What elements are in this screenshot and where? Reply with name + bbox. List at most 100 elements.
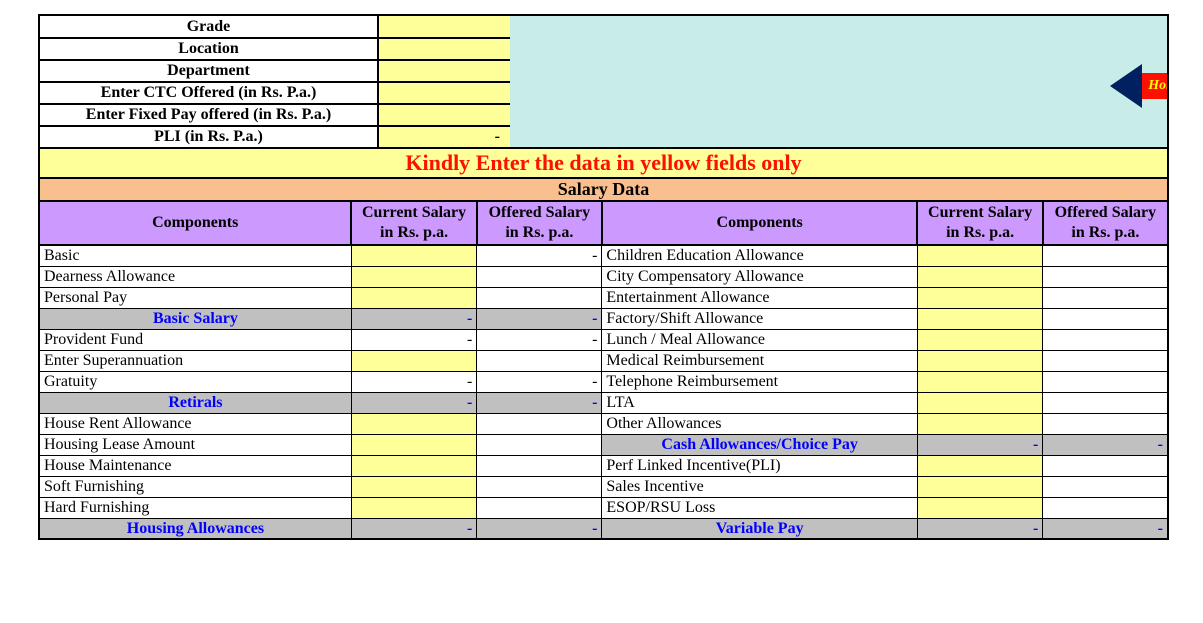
offered-salary-cell bbox=[1043, 392, 1168, 413]
current-salary-cell[interactable] bbox=[917, 350, 1042, 371]
current-salary-cell[interactable] bbox=[917, 497, 1042, 518]
subtotal-offered: - bbox=[1043, 434, 1168, 455]
component-label: Entertainment Allowance bbox=[602, 287, 918, 308]
subtotal-offered: - bbox=[477, 392, 602, 413]
current-salary-cell[interactable] bbox=[351, 497, 476, 518]
offered-salary-cell bbox=[1043, 266, 1168, 287]
subtotal-current: - bbox=[351, 308, 476, 329]
table-row: Personal Pay Entertainment Allowance bbox=[39, 287, 1168, 308]
home-button[interactable]: Hom bbox=[1110, 64, 1167, 108]
subtotal-offered: - bbox=[1043, 518, 1168, 539]
current-salary-cell[interactable] bbox=[917, 329, 1042, 350]
component-label: Soft Furnishing bbox=[39, 476, 351, 497]
current-salary-cell[interactable] bbox=[351, 476, 476, 497]
table-row: Housing Allowances - -Variable Pay - - bbox=[39, 518, 1168, 539]
offered-salary-cell: - bbox=[477, 245, 602, 266]
component-label: House Rent Allowance bbox=[39, 413, 351, 434]
header-components-left: Components bbox=[39, 202, 351, 245]
component-label: Basic bbox=[39, 245, 351, 266]
component-label: Hard Furnishing bbox=[39, 497, 351, 518]
subtotal-label: Cash Allowances/Choice Pay bbox=[602, 434, 918, 455]
current-salary-cell[interactable] bbox=[351, 245, 476, 266]
component-label: Personal Pay bbox=[39, 287, 351, 308]
component-label: Children Education Allowance bbox=[602, 245, 918, 266]
subtotal-label: Variable Pay bbox=[602, 518, 918, 539]
offered-salary-cell bbox=[477, 350, 602, 371]
component-label: ESOP/RSU Loss bbox=[602, 497, 918, 518]
current-salary-cell[interactable] bbox=[917, 245, 1042, 266]
table-row: Enter Superannuation Medical Reimburseme… bbox=[39, 350, 1168, 371]
subtotal-label: Retirals bbox=[39, 392, 351, 413]
component-label: Lunch / Meal Allowance bbox=[602, 329, 918, 350]
offered-salary-cell bbox=[1043, 287, 1168, 308]
subtotal-offered: - bbox=[477, 518, 602, 539]
fixed-pay-label: Enter Fixed Pay offered (in Rs. P.a.) bbox=[40, 104, 378, 126]
fixed-pay-input[interactable] bbox=[378, 104, 510, 126]
offered-salary-cell bbox=[477, 434, 602, 455]
top-panel: Grade Location Department Enter CTC Offe… bbox=[38, 14, 1169, 149]
department-label: Department bbox=[40, 60, 378, 82]
location-input[interactable] bbox=[378, 38, 510, 60]
top-left-form: Grade Location Department Enter CTC Offe… bbox=[40, 16, 510, 149]
offered-salary-cell bbox=[1043, 329, 1168, 350]
header-components-right: Components bbox=[602, 202, 918, 245]
subtotal-current: - bbox=[351, 392, 476, 413]
salary-data-header: Salary Data bbox=[38, 179, 1169, 202]
component-label: House Maintenance bbox=[39, 455, 351, 476]
current-salary-cell[interactable] bbox=[917, 308, 1042, 329]
offered-salary-cell bbox=[1043, 371, 1168, 392]
current-salary-cell[interactable] bbox=[917, 371, 1042, 392]
current-salary-cell[interactable] bbox=[351, 413, 476, 434]
offered-salary-cell bbox=[1043, 476, 1168, 497]
subtotal-current: - bbox=[917, 434, 1042, 455]
component-label: Gratuity bbox=[39, 371, 351, 392]
table-row: Housing Lease Amount Cash Allowances/Cho… bbox=[39, 434, 1168, 455]
subtotal-offered: - bbox=[477, 308, 602, 329]
offered-salary-cell: - bbox=[477, 371, 602, 392]
table-row: Gratuity - -Telephone Reimbursement bbox=[39, 371, 1168, 392]
offered-salary-cell bbox=[477, 287, 602, 308]
current-salary-cell[interactable] bbox=[917, 455, 1042, 476]
current-salary-cell: - bbox=[351, 371, 476, 392]
current-salary-cell[interactable] bbox=[351, 434, 476, 455]
current-salary-cell[interactable] bbox=[917, 266, 1042, 287]
current-salary-cell[interactable] bbox=[917, 413, 1042, 434]
current-salary-cell[interactable] bbox=[351, 350, 476, 371]
header-offered-left: Offered Salary in Rs. p.a. bbox=[482, 203, 597, 243]
grade-label: Grade bbox=[40, 16, 378, 38]
component-label: Telephone Reimbursement bbox=[602, 371, 918, 392]
pli-label: PLI (in Rs. P.a.) bbox=[40, 126, 378, 148]
current-salary-cell[interactable] bbox=[351, 287, 476, 308]
subtotal-current: - bbox=[917, 518, 1042, 539]
current-salary-cell[interactable] bbox=[917, 392, 1042, 413]
subtotal-current: - bbox=[351, 518, 476, 539]
table-row: House Maintenance Perf Linked Incentive(… bbox=[39, 455, 1168, 476]
header-current-right: Current Salary in Rs. p.a. bbox=[922, 203, 1037, 243]
component-label: City Compensatory Allowance bbox=[602, 266, 918, 287]
table-row: Hard Furnishing ESOP/RSU Loss bbox=[39, 497, 1168, 518]
component-label: Dearness Allowance bbox=[39, 266, 351, 287]
location-label: Location bbox=[40, 38, 378, 60]
offered-salary-cell bbox=[1043, 245, 1168, 266]
current-salary-cell[interactable] bbox=[351, 266, 476, 287]
table-row: Retirals - -LTA bbox=[39, 392, 1168, 413]
instruction-bar: Kindly Enter the data in yellow fields o… bbox=[38, 149, 1169, 179]
component-label: Sales Incentive bbox=[602, 476, 918, 497]
current-salary-cell[interactable] bbox=[351, 455, 476, 476]
department-input[interactable] bbox=[378, 60, 510, 82]
component-label: Factory/Shift Allowance bbox=[602, 308, 918, 329]
salary-table: Components Current Salary in Rs. p.a. Of… bbox=[38, 202, 1169, 540]
offered-salary-cell bbox=[477, 413, 602, 434]
table-row: Soft Furnishing Sales Incentive bbox=[39, 476, 1168, 497]
pli-value: - bbox=[378, 126, 510, 148]
grade-input[interactable] bbox=[378, 16, 510, 38]
component-label: Other Allowances bbox=[602, 413, 918, 434]
ctc-input[interactable] bbox=[378, 82, 510, 104]
offered-salary-cell bbox=[1043, 413, 1168, 434]
component-label: Medical Reimbursement bbox=[602, 350, 918, 371]
ctc-label: Enter CTC Offered (in Rs. P.a.) bbox=[40, 82, 378, 104]
header-offered-right: Offered Salary in Rs. p.a. bbox=[1048, 203, 1163, 243]
current-salary-cell[interactable] bbox=[917, 287, 1042, 308]
arrow-left-icon bbox=[1110, 64, 1142, 108]
current-salary-cell[interactable] bbox=[917, 476, 1042, 497]
